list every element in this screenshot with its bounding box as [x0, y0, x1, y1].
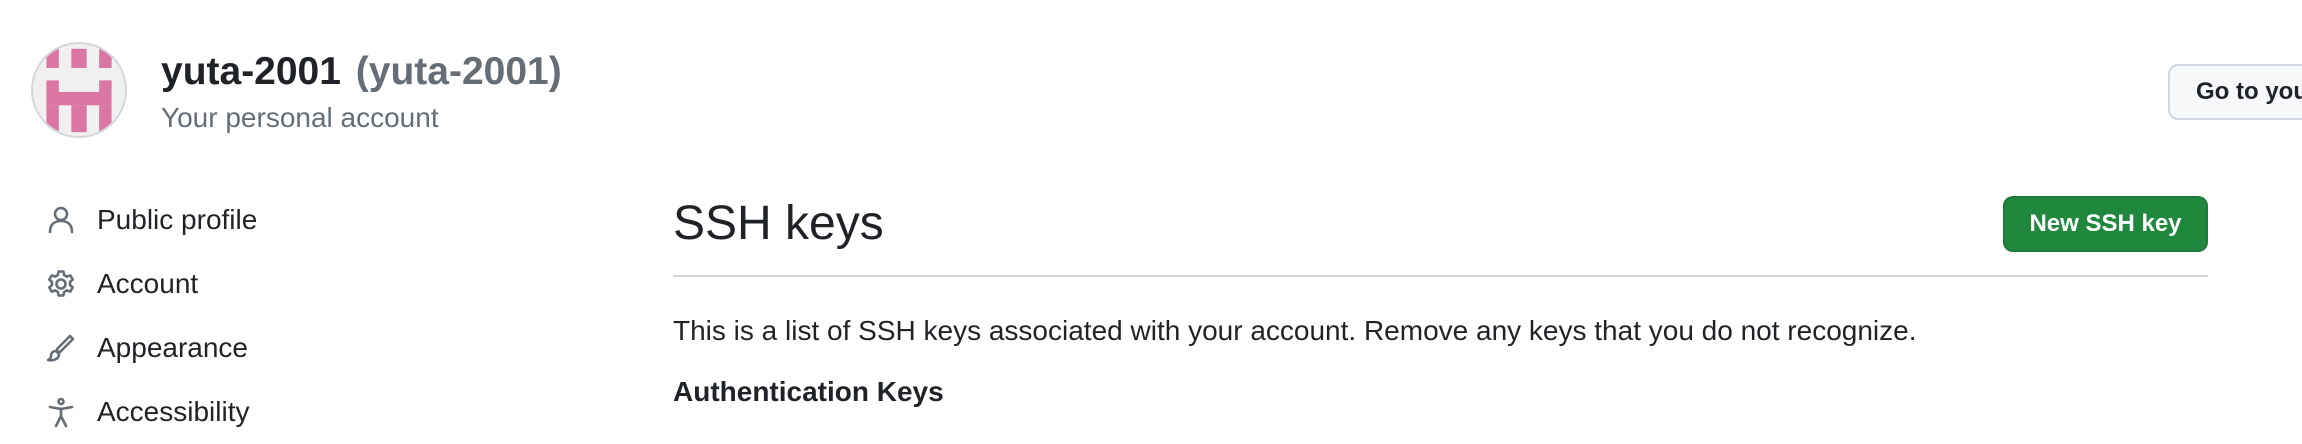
account-handle: (yuta-2001) — [355, 50, 562, 93]
avatar[interactable] — [31, 42, 127, 138]
gear-icon — [44, 267, 78, 301]
sidebar-item-appearance[interactable]: Appearance — [40, 316, 600, 380]
sidebar-item-label: Account — [97, 268, 199, 299]
account-subtitle: Your personal account — [161, 102, 439, 133]
sidebar-item-accessibility[interactable]: Accessibility — [40, 380, 600, 444]
go-to-profile-button[interactable]: Go to you — [2168, 64, 2302, 120]
new-ssh-key-button[interactable]: New SSH key — [2003, 196, 2208, 252]
identicon-image — [33, 44, 125, 136]
settings-sidebar: Public profile Account Appearance Access… — [40, 188, 600, 444]
title-divider — [673, 275, 2208, 277]
page-title: SSH keys — [673, 197, 884, 250]
sidebar-item-account[interactable]: Account — [40, 252, 600, 316]
account-login[interactable]: yuta-2001 — [161, 50, 341, 93]
sidebar-item-label: Appearance — [97, 332, 249, 363]
sidebar-item-label: Accessibility — [97, 396, 250, 427]
authentication-keys-heading: Authentication Keys — [673, 376, 944, 407]
ssh-keys-description: This is a list of SSH keys associated wi… — [673, 315, 1917, 346]
sidebar-item-public-profile[interactable]: Public profile — [40, 188, 600, 252]
account-name: yuta-2001 (yuta-2001) — [161, 44, 562, 100]
accessibility-icon — [44, 395, 78, 429]
person-icon — [44, 203, 78, 237]
paintbrush-icon — [44, 331, 78, 365]
sidebar-item-label: Public profile — [97, 204, 258, 235]
